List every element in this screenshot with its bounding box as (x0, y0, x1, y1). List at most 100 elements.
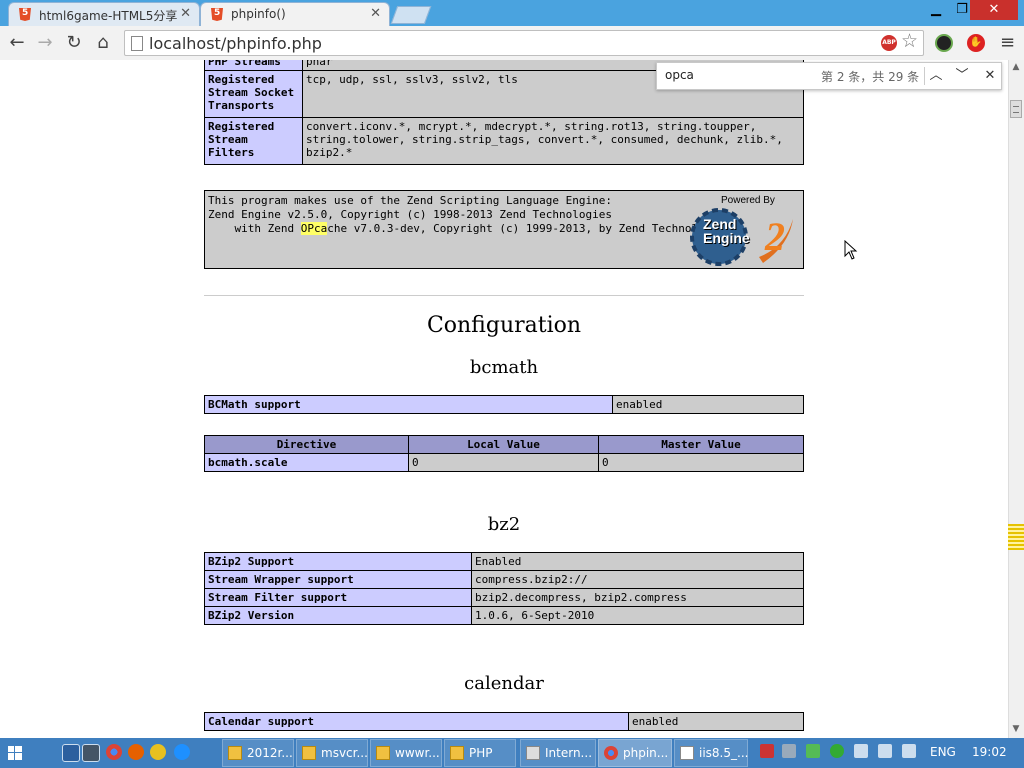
row-value: bzip2.decompress, bzip2.compress (471, 588, 804, 607)
tray-icon[interactable] (830, 744, 844, 758)
menu-icon[interactable]: ≡ (1000, 32, 1015, 53)
tray-icon[interactable] (760, 744, 774, 758)
desktop-icon[interactable] (62, 744, 80, 762)
row-value: 1.0.6, 6-Sept-2010 (471, 606, 804, 625)
row-key: Registered Stream Socket Transports (204, 70, 303, 118)
powered-by-label: Powered By (721, 195, 775, 206)
calendar-heading: calendar (464, 673, 544, 694)
row-value: enabled (628, 712, 804, 731)
clock[interactable]: 19:02 (972, 745, 1007, 759)
bookmark-star-icon[interactable]: ☆ (901, 30, 918, 52)
scroll-down-arrow-icon[interactable]: ▼ (1008, 724, 1024, 734)
home-icon[interactable]: ⌂ (92, 33, 114, 53)
language-indicator[interactable]: ENG (930, 745, 956, 759)
zend-logo[interactable]: Powered By Zend Engine 2 (689, 195, 801, 266)
row-key: BCMath support (204, 395, 613, 414)
tab-html6game[interactable]: html6game-HTML5分享 ✕ (8, 2, 200, 26)
row-key: Registered Stream Filters (204, 117, 303, 165)
tab-phpinfo[interactable]: phpinfo() ✕ (200, 2, 390, 26)
app-icon[interactable] (150, 744, 166, 760)
html5-icon (211, 8, 223, 21)
close-icon[interactable]: ✕ (180, 6, 191, 21)
scrollbar-thumb[interactable] (1010, 100, 1022, 118)
volume-icon[interactable] (878, 744, 892, 758)
zend-logo-text: Zend Engine (703, 216, 750, 246)
chrome-icon[interactable] (106, 744, 122, 760)
row-key: BZip2 Version (204, 606, 472, 625)
flag-icon[interactable] (902, 744, 916, 758)
find-close-icon[interactable]: ✕ (979, 66, 1001, 86)
find-result-count: 第 2 条，共 29 条 (821, 70, 920, 84)
scroll-up-arrow-icon[interactable]: ▲ (1008, 62, 1024, 72)
internet-explorer-icon[interactable] (174, 744, 190, 760)
page-icon (131, 36, 143, 51)
minimize-button[interactable]: ▁ (922, 0, 950, 20)
forward-arrow-icon[interactable]: → (34, 33, 56, 53)
firefox-icon[interactable] (128, 744, 144, 760)
calendar-table: Calendar support enabled (204, 712, 804, 731)
extension-icon[interactable] (935, 34, 953, 52)
row-key: PHP Streams (204, 60, 303, 71)
find-match-markers (1008, 524, 1024, 550)
adblock-icon[interactable]: ABP (881, 35, 897, 51)
chrome-icon (604, 746, 618, 760)
taskbar-item[interactable]: phpin... (598, 739, 672, 767)
address-bar[interactable]: localhost/phpinfo.php (124, 30, 924, 56)
row-key: Stream Filter support (204, 588, 472, 607)
row-value: enabled (612, 395, 804, 414)
taskbar-item[interactable]: msvcr... (296, 739, 368, 767)
taskbar-item[interactable]: wwwr... (370, 739, 442, 767)
taskbar-item[interactable]: 2012r... (222, 739, 294, 767)
master-value: 0 (598, 453, 804, 472)
bz2-heading: bz2 (487, 514, 521, 535)
folder-icon (302, 746, 316, 760)
new-tab-button[interactable] (390, 6, 432, 24)
tray-icon[interactable] (782, 744, 796, 758)
taskbar-item[interactable]: PHP (444, 739, 516, 767)
table-row: BZip2 Support Enabled (204, 552, 804, 571)
taskbar-item[interactable]: Intern... (520, 739, 596, 767)
column-header: Directive (204, 435, 409, 454)
page-content: PHP Streams phar Registered Stream Socke… (0, 60, 1008, 738)
table-row: bcmath.scale 0 0 (204, 453, 804, 472)
column-header: Local Value (408, 435, 599, 454)
row-key: Calendar support (204, 712, 629, 731)
zend-line-1: This program makes use of the Zend Scrip… (208, 194, 612, 207)
tab-label: html6game-HTML5分享 (39, 9, 178, 23)
row-value: convert.iconv.*, mcrypt.*, mdecrypt.*, s… (302, 117, 804, 165)
folder-icon (376, 746, 390, 760)
table-row: BZip2 Version 1.0.6, 6-Sept-2010 (204, 606, 804, 625)
taskbar-item[interactable]: iis8.5_... (674, 739, 748, 767)
bz2-table: BZip2 Support Enabled Stream Wrapper sup… (204, 552, 804, 625)
find-previous-icon[interactable]: ︿ (925, 66, 947, 86)
notepad-icon (680, 746, 694, 760)
row-key: Stream Wrapper support (204, 570, 472, 589)
vertical-scrollbar[interactable] (1008, 60, 1024, 738)
reload-icon[interactable]: ↻ (63, 33, 85, 53)
server-manager-icon[interactable] (82, 744, 100, 762)
table-row: Stream Wrapper support compress.bzip2:// (204, 570, 804, 589)
mouse-cursor-icon (844, 240, 858, 260)
stop-extension-icon[interactable]: ✋ (967, 34, 985, 52)
zend-line-2: Zend Engine v2.5.0, Copyright (c) 1998-2… (208, 208, 612, 221)
find-input[interactable]: opca (665, 68, 694, 82)
zend-line-3-prefix: with Zend (208, 222, 301, 235)
table-row: Calendar support enabled (204, 712, 804, 731)
windows-start-icon[interactable] (0, 738, 30, 768)
html5-icon (19, 8, 31, 21)
network-icon[interactable] (854, 744, 868, 758)
bcmath-directives-table: Directive Local Value Master Value bcmat… (204, 435, 804, 472)
window-close-button[interactable]: ✕ (970, 0, 1018, 20)
find-highlight: OPca (300, 222, 328, 235)
close-icon[interactable]: ✕ (370, 6, 381, 21)
tray-icon[interactable] (806, 744, 820, 758)
zend-engine-box: This program makes use of the Zend Scrip… (204, 190, 804, 269)
iis-manager-icon (526, 746, 540, 760)
divider (204, 295, 804, 296)
back-arrow-icon[interactable]: ← (6, 33, 28, 53)
url-text[interactable]: localhost/phpinfo.php (149, 34, 322, 53)
local-value: 0 (408, 453, 599, 472)
find-next-icon[interactable]: ﹀ (951, 66, 973, 86)
tab-label: phpinfo() (231, 7, 286, 21)
row-value: Enabled (471, 552, 804, 571)
